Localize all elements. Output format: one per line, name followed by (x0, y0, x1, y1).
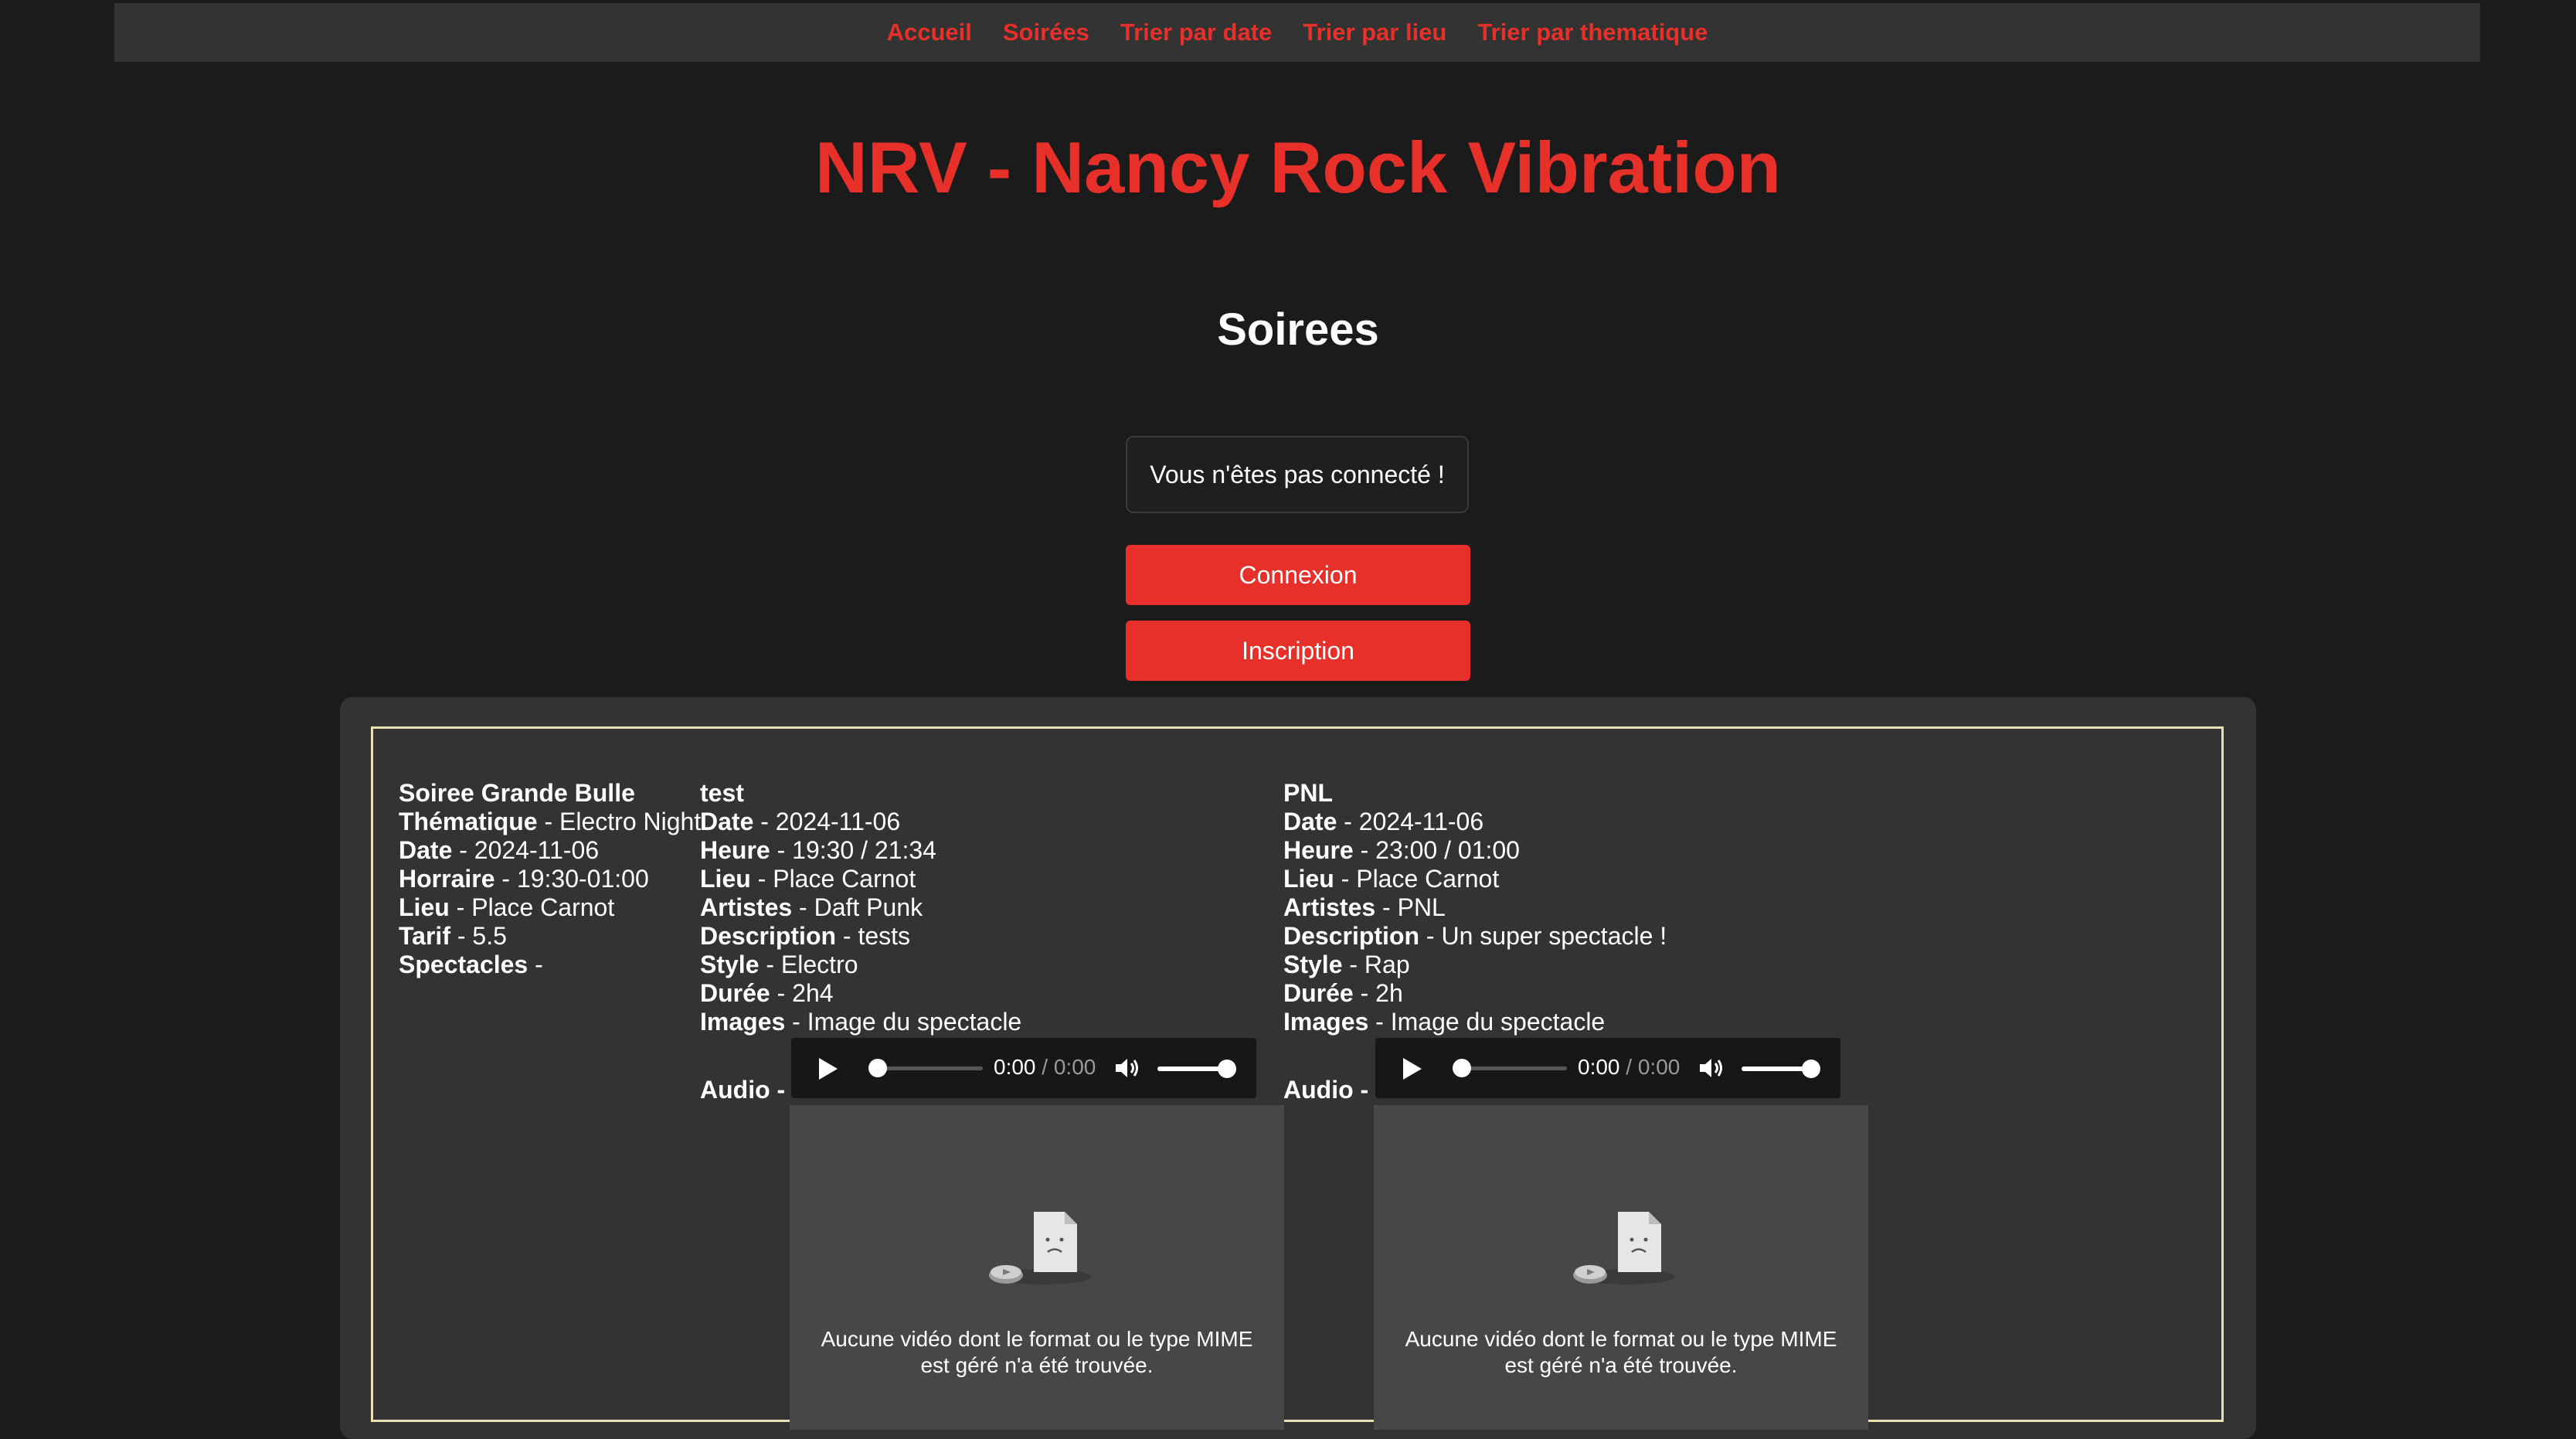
volume-track[interactable] (1742, 1066, 1811, 1071)
broken-video-icon (989, 1212, 1091, 1284)
spectacle-field: Durée - 2h (1283, 979, 1403, 1007)
spectacle-field: Style - Rap (1283, 951, 1410, 978)
volume-icon[interactable] (1114, 1056, 1140, 1080)
spectacle-field: Date - 2024-11-06 (700, 808, 901, 835)
volume-icon[interactable] (1698, 1056, 1725, 1080)
spectacle-field: Heure - 19:30 / 21:34 (700, 836, 936, 864)
soiree-field: Date - 2024-11-06 (399, 836, 600, 864)
audio-progress-track[interactable] (878, 1066, 983, 1070)
login-status-message: Vous n'êtes pas connecté ! (1126, 436, 1469, 513)
login-button[interactable]: Connexion (1126, 545, 1470, 605)
spectacle-field: Style - Electro (700, 951, 858, 978)
spectacle-field: Artistes - Daft Punk (700, 893, 923, 921)
video-player[interactable]: Aucune vidéo dont le format ou le type M… (1374, 1105, 1868, 1430)
audio-progress-handle[interactable] (868, 1059, 887, 1077)
broken-video-icon (1573, 1212, 1675, 1284)
soiree-details: Soiree Grande Bulle Thématique - Electro… (399, 779, 701, 979)
spectacle-details: PNL Date - 2024-11-06 Heure - 23:00 / 01… (1283, 779, 1667, 1036)
spectacle-field: Lieu - Place Carnot (700, 865, 916, 893)
soiree-field: Spectacles - (399, 951, 543, 978)
audio-label: Audio - (1283, 1076, 1369, 1104)
video-error-message: Aucune vidéo dont le format ou le type M… (1405, 1327, 1837, 1377)
audio-player[interactable]: 0:00 / 0:00 (1375, 1038, 1840, 1098)
volume-track[interactable] (1157, 1066, 1227, 1071)
spectacle-field: Lieu - Place Carnot (1283, 865, 1500, 893)
soiree-name: Soiree Grande Bulle (399, 779, 635, 807)
spectacle-name: PNL (1283, 779, 1333, 807)
nav-trier-lieu[interactable]: Trier par lieu (1303, 19, 1446, 46)
spectacle-field: Images - Image du spectacle (700, 1008, 1022, 1036)
register-button[interactable]: Inscription (1126, 621, 1470, 681)
nav-trier-date[interactable]: Trier par date (1120, 19, 1272, 46)
site-title: NRV - Nancy Rock Vibration (814, 127, 1782, 208)
spectacle-field: Durée - 2h4 (700, 979, 834, 1007)
spectacle-field: Artistes - PNL (1283, 893, 1446, 921)
spectacle-field: Images - Image du spectacle (1283, 1008, 1606, 1036)
soiree-field: Thématique - Electro Night (399, 808, 702, 835)
audio-progress-track[interactable] (1462, 1066, 1567, 1070)
audio-time: 0:00 / 0:00 (994, 1055, 1096, 1079)
soiree-field: Horraire - 19:30-01:00 (399, 865, 649, 893)
top-nav: Accueil Soirées Trier par date Trier par… (114, 3, 2480, 62)
nav-trier-thematique[interactable]: Trier par thematique (1477, 19, 1708, 46)
spectacle-field: Date - 2024-11-06 (1283, 808, 1484, 835)
audio-progress-handle[interactable] (1453, 1059, 1471, 1077)
audio-time: 0:00 / 0:00 (1578, 1055, 1681, 1079)
spectacle-field: Description - Un super spectacle ! (1283, 922, 1667, 950)
nav-accueil[interactable]: Accueil (887, 19, 972, 46)
video-player[interactable]: Aucune vidéo dont le format ou le type M… (790, 1105, 1284, 1430)
audio-player[interactable]: 0:00 / 0:00 (791, 1038, 1256, 1098)
spectacle-field: Heure - 23:00 / 01:00 (1283, 836, 1520, 864)
nav-soirees[interactable]: Soirées (1003, 19, 1089, 46)
soiree-field: Lieu - Place Carnot (399, 893, 615, 921)
soiree-field: Tarif - 5.5 (399, 922, 507, 950)
spectacle-name: test (700, 779, 744, 807)
audio-label: Audio - (700, 1076, 786, 1104)
play-icon[interactable] (1403, 1058, 1422, 1080)
play-icon[interactable] (819, 1058, 838, 1080)
volume-handle[interactable] (1802, 1060, 1820, 1078)
spectacle-field: Description - tests (700, 922, 911, 950)
volume-handle[interactable] (1218, 1060, 1236, 1078)
video-error-message: Aucune vidéo dont le format ou le type M… (821, 1327, 1253, 1377)
spectacle-details: test Date - 2024-11-06 Heure - 19:30 / 2… (700, 779, 1021, 1036)
page-title: Soirees (1217, 304, 1379, 355)
